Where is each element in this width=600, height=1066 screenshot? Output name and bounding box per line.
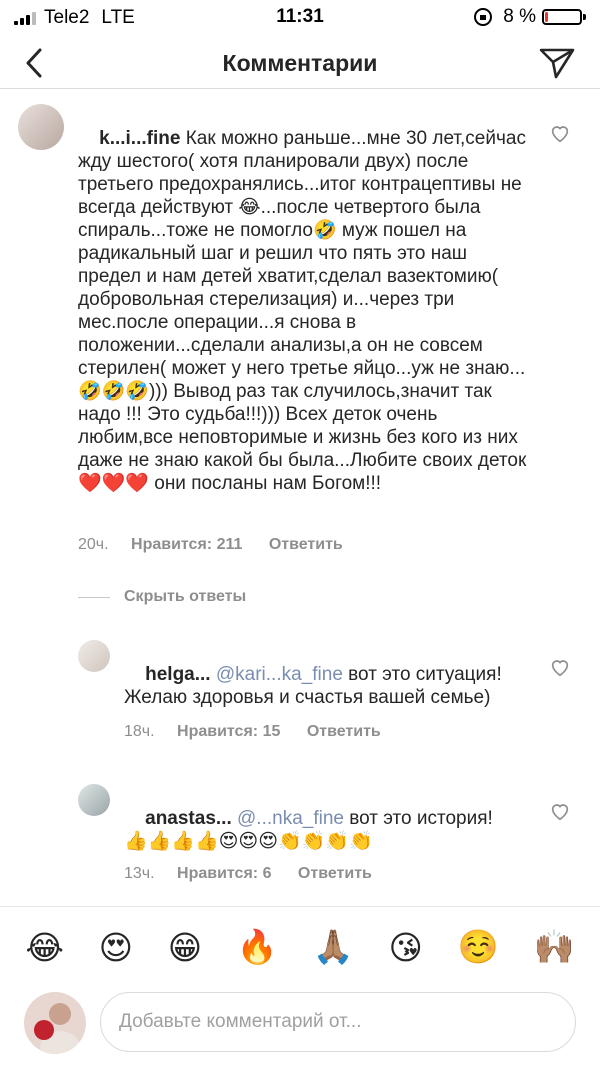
reply-username[interactable]: helga... [145,664,210,685]
avatar[interactable] [78,784,110,816]
hide-replies-label: Скрыть ответы [124,588,247,605]
emoji-quick-bar: 😂 😍 😁 🔥 🙏🏽 😘 ☺️ 🙌🏽 [0,906,600,988]
page-title: Комментарии [222,50,378,76]
emoji-button[interactable]: 😂 [25,928,64,967]
avatar[interactable] [18,104,64,150]
reply-button[interactable]: Ответить [269,536,343,553]
emoji-button[interactable]: ☺️ [458,928,499,967]
emoji-button[interactable]: 🙏🏽 [313,928,354,967]
comment-meta: 20ч. Нравится: 211 Ответить [78,536,343,554]
emoji-button[interactable]: 😁 [168,928,202,967]
reply-time: 13ч. [124,865,155,882]
avatar[interactable] [78,640,110,672]
emoji-button[interactable]: 😘 [389,928,423,967]
battery-icon [542,9,586,25]
status-bar: Tele2 LTE 11:31 8 % [0,0,600,40]
divider [78,596,110,598]
emoji-button[interactable]: 🙌🏽 [533,928,574,967]
like-heart-icon[interactable] [549,122,571,144]
reply-button[interactable]: Ответить [298,865,372,882]
like-heart-icon[interactable] [549,656,571,678]
mention-link[interactable]: @kari...ka_fine [216,664,343,685]
comment-text: k...i...fine Как можно раньше...мне 30 л… [78,104,528,518]
hide-replies-button[interactable]: Скрыть ответы [78,588,246,606]
reply-meta: 13ч. Нравится: 6 Ответить [124,865,372,883]
likes-count[interactable]: Нравится: 211 [131,536,242,553]
direct-send-icon[interactable] [538,44,576,82]
like-heart-icon[interactable] [549,800,571,822]
reply-meta: 18ч. Нравится: 15 Ответить [124,723,381,741]
user-avatar [24,992,86,1054]
emoji-button[interactable]: 😍 [99,928,133,967]
comment-username[interactable]: k...i...fine [99,128,180,149]
reply-time: 18ч. [124,723,155,740]
emoji-button[interactable]: 🔥 [237,928,278,967]
comment-input[interactable] [100,992,576,1052]
nav-bar: Комментарии [0,40,600,89]
reply-text: helga... @kari...ka_fine вот это ситуаци… [124,640,524,732]
reply-username[interactable]: anastas... [145,808,232,829]
mention-link[interactable]: @...nka_fine [237,808,344,829]
battery-percent: 8 % [503,6,536,27]
reply-text: anastas... @...nka_fine вот это история!… [124,784,514,876]
orientation-lock-icon [474,8,493,26]
comment-time: 20ч. [78,536,109,553]
likes-count[interactable]: Нравится: 6 [177,865,271,882]
reply-button[interactable]: Ответить [307,723,381,740]
comment-body: Как можно раньше...мне 30 лет,сейчас жду… [78,128,532,494]
comment-input-row [0,988,600,1066]
likes-count[interactable]: Нравится: 15 [177,723,280,740]
status-right: 8 % [473,6,586,28]
